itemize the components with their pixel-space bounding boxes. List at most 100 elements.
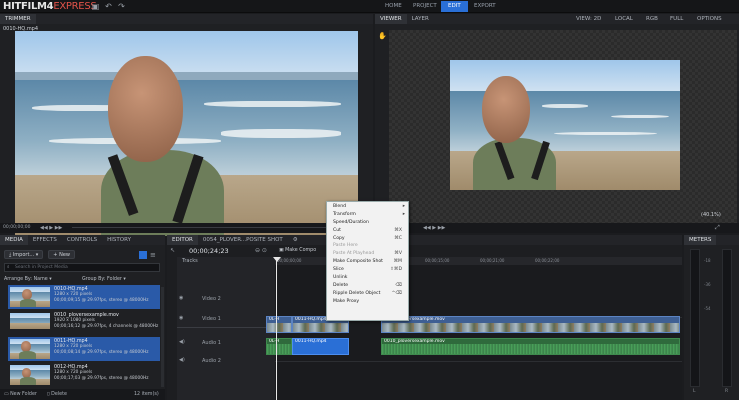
video-clip-plovers[interactable]: 0010_ploversexample.mov: [381, 316, 680, 333]
audio-clip-plovers[interactable]: 0010_ploversexample.mov: [381, 338, 680, 355]
tab-media[interactable]: MEDIA: [0, 235, 28, 245]
menu-item-copy[interactable]: Copy ⌘C: [327, 235, 408, 243]
meters-header: METERS: [684, 235, 717, 245]
meters-panel: METERS -18 -36 -54 L R: [684, 235, 739, 400]
editor-toolbar: ↖ 00;00;24;23 ⊖ ⊙ ▣ Make Compo: [167, 246, 682, 256]
menu-item-transform[interactable]: Transform ▸: [327, 211, 408, 219]
playhead[interactable]: [276, 257, 277, 400]
options-menu[interactable]: OPTIONS: [697, 14, 722, 24]
media-thumbnail: [10, 365, 50, 385]
editor-tabs: EDITOR 0054_PLOVER...POSITE SHOT ⚙: [167, 235, 682, 245]
media-thumbnail: [10, 313, 50, 333]
media-panel-tabs: MEDIA EFFECTS CONTROLS HISTORY: [0, 235, 165, 245]
trimmer-video-frame[interactable]: [15, 31, 358, 236]
group-by-select[interactable]: Group By: Folder ▾: [82, 277, 126, 282]
undo-icon[interactable]: ↶: [104, 2, 113, 11]
top-bar: HITFILM4EXPRESS ▣ ↶ ↷ HOME PROJECT EDIT …: [0, 0, 739, 13]
media-item-plovers[interactable]: 0010_ploversexample.mov 1920 x 1080 pixel…: [8, 311, 160, 335]
track-headers: Tracks ◉ Video 2 ◉ Video 1 ◀) Audio 1 ◀)…: [177, 257, 275, 400]
viewer-header: VIEWER LAYER VIEW: 2D LOCAL RGB FULL OPTI…: [375, 14, 739, 24]
menu-item-make-composite-shot[interactable]: Make Composite Shot ⌘M: [327, 258, 408, 266]
viewer-play-controls[interactable]: ◀◀ ▶ ▶▶: [423, 225, 445, 231]
new-folder-button[interactable]: ▭ New Folder: [4, 389, 37, 400]
tab-layer[interactable]: LAYER: [407, 14, 434, 24]
eye-icon[interactable]: ◉: [179, 315, 183, 321]
resolution-select[interactable]: FULL: [670, 14, 683, 24]
viewer-video-frame[interactable]: [450, 60, 680, 190]
track-video-2: Video 2: [202, 296, 221, 302]
trimmer-timecode: 00;00;00;00: [3, 225, 31, 230]
pan-hand-icon[interactable]: ✋: [378, 32, 387, 40]
tab-composite-shot[interactable]: 0054_PLOVER...POSITE SHOT: [198, 235, 288, 245]
list-view-icon[interactable]: ≡: [150, 251, 156, 259]
track-audio-2: Audio 2: [202, 358, 221, 364]
meter-right: [722, 249, 732, 387]
tab-controls[interactable]: CONTROLS: [62, 235, 102, 245]
space-select[interactable]: LOCAL: [615, 14, 633, 24]
menu-item-speed-duration[interactable]: Speed/Duration: [327, 219, 408, 227]
meter-left: [690, 249, 700, 387]
meter-scale: -18 -36 -54: [704, 258, 711, 311]
zoom-level[interactable]: (40.1%): [701, 212, 721, 218]
playhead-handle-icon[interactable]: [273, 257, 281, 262]
audio-clip[interactable]: 0L-H: [266, 338, 292, 355]
trimmer-panel: TRIMMER 0010-HQ.mp4 00;00;00;00 ◀◀ ▶ ▶▶: [0, 14, 373, 236]
tab-home[interactable]: HOME: [378, 1, 409, 12]
save-icon[interactable]: ▣: [91, 2, 100, 11]
speaker-icon[interactable]: ◀): [179, 339, 185, 345]
menu-item-paste-here: Paste Here: [333, 243, 358, 249]
menu-item-cut[interactable]: Cut ⌘X: [327, 227, 408, 235]
menu-item-slice[interactable]: Slice ⇧⌘D: [327, 266, 408, 274]
media-thumbnail: [10, 339, 50, 359]
track-video-1: Video 1: [202, 316, 221, 322]
track-audio-1: Audio 1: [202, 340, 221, 346]
item-count: 12 item(s): [134, 392, 159, 397]
speaker-icon[interactable]: ◀): [179, 357, 185, 363]
media-item-0011-hq[interactable]: 0011-HQ.mp4 1280 x 720 pixels 00;00;08;14 …: [8, 337, 160, 361]
media-item-0010-hq[interactable]: 0010-HQ.mp4 1280 x 720 pixels 00;00;09;15 …: [8, 285, 160, 309]
tab-export[interactable]: EXPORT: [467, 1, 503, 12]
trimmer-play-controls[interactable]: ◀◀ ▶ ▶▶: [40, 225, 62, 231]
context-menu: Blend ▸ Transform ▸ Speed/Duration Cut ⌘X C…: [326, 201, 409, 321]
arrange-by-select[interactable]: Arrange By: Name ▾: [4, 277, 52, 282]
eye-icon[interactable]: ◉: [179, 295, 183, 301]
menu-item-delete[interactable]: Delete ⌫: [327, 282, 408, 290]
new-button[interactable]: + New: [48, 250, 75, 259]
menu-item-paste-at-playhead: Paste At Playhead ⌘V: [333, 251, 402, 257]
tab-editor[interactable]: EDITOR: [167, 235, 198, 245]
snap-icon[interactable]: ⊖ ⊙: [255, 247, 267, 254]
trimmer-scrub-bar[interactable]: [72, 227, 362, 228]
meter-right-label: R: [725, 389, 729, 394]
menu-item-ripple-delete[interactable]: Ripple Delete Object ^⌫: [327, 290, 408, 298]
tab-viewer[interactable]: VIEWER: [375, 14, 407, 24]
redo-icon[interactable]: ↷: [117, 2, 126, 11]
viewer-transport: ◀◀ ▶ ▶▶ ⤢: [375, 223, 739, 233]
menu-item-unlink[interactable]: Unlink: [327, 274, 408, 282]
fullscreen-icon[interactable]: ⤢: [715, 224, 720, 232]
audio-clip-0011-selected[interactable]: 0011-HQ.mp4: [292, 338, 349, 355]
media-item-0012-hq[interactable]: 0012-HQ.mp4 1280 x 720 pixels 00;00;17;03 …: [8, 363, 160, 387]
menu-item-make-proxy[interactable]: Make Proxy: [327, 298, 408, 306]
tab-history[interactable]: HISTORY: [102, 235, 136, 245]
tracks-label: Tracks: [182, 258, 198, 264]
tab-edit[interactable]: EDIT: [441, 1, 468, 12]
menu-item-blend[interactable]: Blend ▸: [327, 203, 408, 211]
media-scrollbar[interactable]: [161, 287, 164, 387]
close-tab-icon[interactable]: ⚙: [288, 235, 303, 245]
search-input[interactable]: ⌕ Search in Project Media: [4, 263, 160, 272]
select-tool-icon[interactable]: ↖: [170, 247, 175, 254]
tab-effects[interactable]: EFFECTS: [28, 235, 62, 245]
media-panel: MEDIA EFFECTS CONTROLS HISTORY ⤓ Import... …: [0, 235, 165, 400]
timeline-timecode[interactable]: 00;00;24;23: [189, 247, 229, 255]
tab-project[interactable]: PROJECT: [406, 1, 444, 12]
grid-view-icon[interactable]: [138, 250, 147, 259]
import-button[interactable]: ⤓ Import... ▾: [4, 250, 44, 259]
submenu-arrow-icon: ▸: [402, 204, 405, 209]
editor-panel: EDITOR 0054_PLOVER...POSITE SHOT ⚙ ↖ 00;00…: [167, 235, 682, 400]
delete-button[interactable]: ▯ Delete: [47, 389, 67, 400]
channel-select[interactable]: RGB: [646, 14, 658, 24]
make-composite-button[interactable]: ▣ Make Compo: [279, 248, 316, 253]
view-mode-select[interactable]: VIEW: 2D: [576, 14, 601, 24]
video-clip[interactable]: 0L-H: [266, 316, 292, 333]
meter-left-label: L: [693, 389, 696, 394]
